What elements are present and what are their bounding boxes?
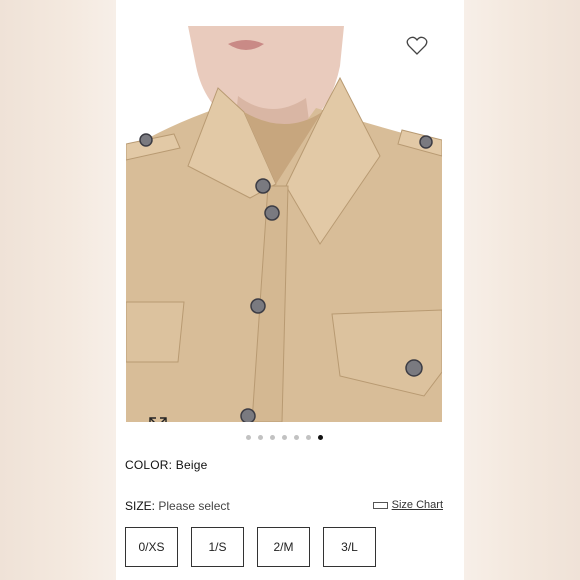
- gallery-dot[interactable]: [317, 434, 323, 440]
- gallery-dot[interactable]: [257, 434, 263, 440]
- right-backdrop: [464, 0, 580, 580]
- size-option-m[interactable]: 2/M: [257, 527, 310, 567]
- size-chart-label: Size Chart: [391, 499, 443, 511]
- size-option-xs[interactable]: 0/XS: [125, 527, 178, 567]
- size-chart-link[interactable]: Size Chart: [372, 499, 443, 511]
- product-page: COLOR: Beige SIZE: Please select Size Ch…: [116, 0, 464, 580]
- product-image-gallery[interactable]: [126, 26, 442, 422]
- gallery-dot[interactable]: [281, 434, 287, 440]
- product-photo: [126, 26, 442, 422]
- ruler-icon: [372, 501, 388, 509]
- color-label: COLOR:: [125, 458, 173, 472]
- size-header: SIZE: Please select Size Chart: [125, 499, 443, 513]
- size-prompt: Please select: [158, 499, 230, 513]
- gallery-pagination: [126, 433, 442, 441]
- gallery-dot[interactable]: [305, 434, 311, 440]
- size-options: 0/XS 1/S 2/M 3/L: [125, 527, 376, 567]
- color-selection: COLOR: Beige: [125, 458, 207, 472]
- expand-icon[interactable]: [148, 416, 168, 422]
- gallery-dot[interactable]: [293, 434, 299, 440]
- size-option-s[interactable]: 1/S: [191, 527, 244, 567]
- size-option-l[interactable]: 3/L: [323, 527, 376, 567]
- heart-icon[interactable]: [406, 36, 428, 56]
- left-backdrop: [0, 0, 116, 580]
- color-value: Beige: [175, 458, 208, 472]
- size-label: SIZE:: [125, 499, 156, 513]
- gallery-dot[interactable]: [269, 434, 275, 440]
- gallery-dot[interactable]: [245, 434, 251, 440]
